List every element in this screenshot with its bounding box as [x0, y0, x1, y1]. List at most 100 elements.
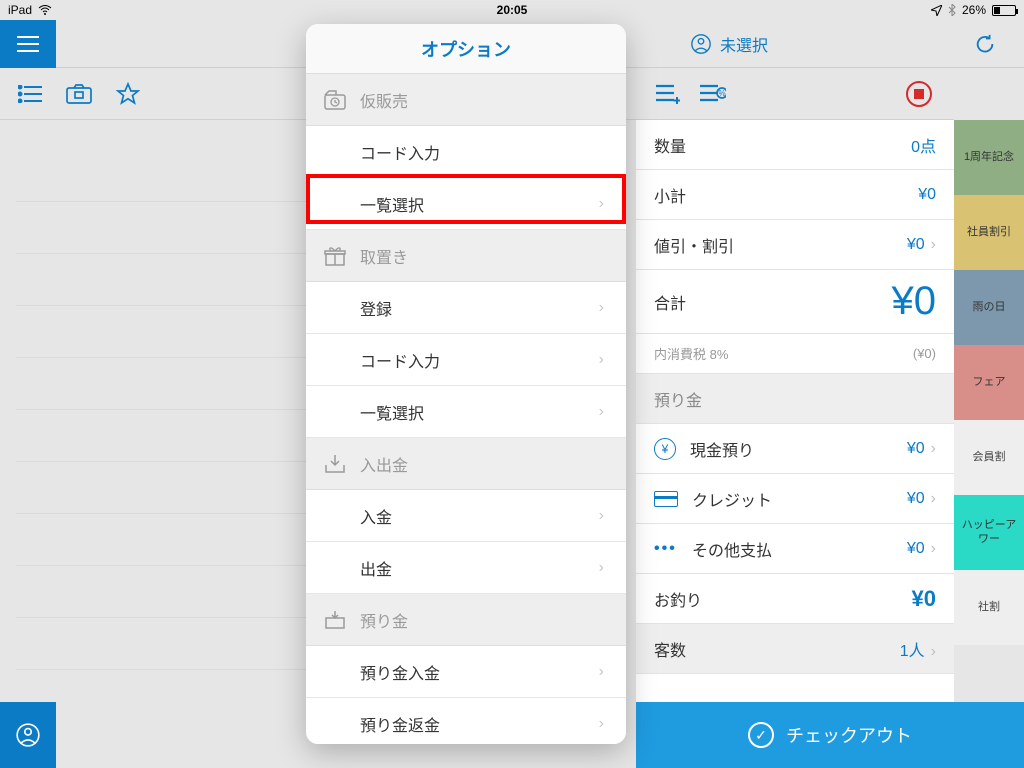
bluetooth-icon: [948, 4, 956, 16]
user-button[interactable]: [0, 702, 56, 768]
tax-value: (¥0): [913, 346, 936, 361]
row-cash[interactable]: ¥ 現金預り ¥0 ›: [636, 424, 954, 474]
status-bar: iPad 20:05 26%: [0, 0, 1024, 20]
section-hold: 取置き: [306, 230, 626, 282]
chevron-right-icon: ›: [599, 351, 604, 369]
provisional-code-input[interactable]: コード入力: [306, 126, 626, 178]
chevron-right-icon: ›: [931, 440, 936, 458]
provisional-list-select[interactable]: 一覧選択›: [306, 178, 626, 230]
row-subtotal: 小計 ¥0: [636, 170, 954, 220]
credit-value: ¥0: [907, 490, 925, 508]
deposit-header: 預り金: [636, 374, 954, 424]
filter-lines-icon[interactable]: %: [700, 84, 726, 104]
row-other[interactable]: ••• その他支払 ¥0 ›: [636, 524, 954, 574]
chevron-right-icon: ›: [931, 236, 936, 253]
check-circle-icon: ✓: [748, 722, 774, 748]
right-toolbar: %: [636, 68, 954, 120]
deposit-refund[interactable]: 預り金返金›: [306, 698, 626, 744]
chevron-right-icon: ›: [931, 490, 936, 508]
battery-icon: [992, 5, 1016, 16]
total-value: ¥0: [892, 279, 937, 324]
cat-2[interactable]: 雨の日: [954, 270, 1024, 345]
deposit-in[interactable]: 預り金入金›: [306, 646, 626, 698]
dots-icon: •••: [654, 540, 678, 558]
section-deposit: 預り金: [306, 594, 626, 646]
camera-icon[interactable]: [66, 84, 92, 104]
record-button[interactable]: [906, 81, 932, 107]
subtotal-label: 小計: [654, 183, 686, 207]
row-tax: 内消費税 8% (¥0): [636, 334, 954, 374]
cash-value: ¥0: [907, 440, 925, 458]
summary-panel: 数量 0点 小計 ¥0 値引・割引 ¥0 › 合計 ¥0 内消費税 8% (¥0)…: [636, 120, 954, 702]
refresh-button[interactable]: [974, 33, 996, 55]
card-icon: [654, 491, 678, 507]
chevron-right-icon: ›: [599, 195, 604, 213]
hamburger-icon: [17, 36, 39, 52]
cash-in[interactable]: 入金›: [306, 490, 626, 542]
member-selector[interactable]: 未選択: [690, 32, 768, 56]
chevron-right-icon: ›: [931, 540, 936, 558]
add-lines-icon[interactable]: [656, 84, 680, 104]
section-cashio: 入出金: [306, 438, 626, 490]
wifi-icon: [38, 5, 52, 15]
checkout-label: チェックアウト: [786, 722, 912, 748]
location-icon: [931, 5, 942, 16]
refresh-icon: [974, 33, 996, 55]
total-label: 合計: [654, 290, 686, 314]
cat-6[interactable]: 社割: [954, 570, 1024, 645]
gift-icon: [324, 246, 346, 266]
cat-4[interactable]: 会員割: [954, 420, 1024, 495]
cat-1[interactable]: 社員割引: [954, 195, 1024, 270]
category-tabs: 1周年記念 社員割引 雨の日 フェア 会員割 ハッピーアワー 社割: [954, 120, 1024, 702]
inbox-arrow-icon: [324, 611, 346, 629]
row-guests[interactable]: 客数 1人 ›: [636, 624, 954, 674]
chevron-right-icon: ›: [599, 507, 604, 525]
cat-3[interactable]: フェア: [954, 345, 1024, 420]
inbox-icon: [324, 455, 346, 473]
row-total: 合計 ¥0: [636, 270, 954, 334]
change-label: お釣り: [654, 587, 702, 611]
discount-label: 値引・割引: [654, 233, 734, 257]
chevron-right-icon: ›: [599, 403, 604, 421]
row-credit[interactable]: クレジット ¥0 ›: [636, 474, 954, 524]
discount-value: ¥0: [907, 236, 925, 253]
hold-list-select[interactable]: 一覧選択›: [306, 386, 626, 438]
section-provisional: 仮販売: [306, 74, 626, 126]
change-value: ¥0: [912, 586, 936, 612]
carrier-label: iPad: [8, 3, 32, 17]
guests-value: 1人: [900, 643, 925, 660]
battery-pct: 26%: [962, 3, 986, 17]
chevron-right-icon: ›: [599, 299, 604, 317]
star-icon[interactable]: [116, 82, 140, 106]
menu-button[interactable]: [0, 20, 56, 68]
checkout-button[interactable]: ✓ チェックアウト: [636, 702, 1024, 768]
chevron-right-icon: ›: [599, 715, 604, 733]
yen-circle-icon: ¥: [654, 438, 676, 460]
member-label: 未選択: [720, 32, 768, 56]
row-discount[interactable]: 値引・割引 ¥0 ›: [636, 220, 954, 270]
clock: 20:05: [497, 3, 528, 17]
cat-5[interactable]: ハッピーアワー: [954, 495, 1024, 570]
row-change: お釣り ¥0: [636, 574, 954, 624]
hold-register[interactable]: 登録›: [306, 282, 626, 334]
qty-value: 0点: [911, 133, 936, 157]
hold-code-input[interactable]: コード入力›: [306, 334, 626, 386]
person-circle-icon: [690, 33, 712, 55]
list-icon[interactable]: [18, 85, 42, 103]
chevron-right-icon: ›: [599, 663, 604, 681]
subtotal-value: ¥0: [918, 186, 936, 204]
popover-title: オプション: [306, 24, 626, 74]
svg-text:%: %: [718, 89, 725, 98]
cat-0[interactable]: 1周年記念: [954, 120, 1024, 195]
chevron-right-icon: ›: [931, 643, 936, 660]
options-popover: オプション 仮販売 コード入力 一覧選択› 取置き 登録› コード入力› 一覧選…: [306, 24, 626, 744]
guests-label: 客数: [654, 637, 686, 661]
other-label: その他支払: [692, 537, 907, 561]
person-circle-icon: [15, 722, 41, 748]
row-qty: 数量 0点: [636, 120, 954, 170]
credit-label: クレジット: [692, 487, 907, 511]
cash-out[interactable]: 出金›: [306, 542, 626, 594]
folder-clock-icon: [324, 90, 346, 110]
cash-label: 現金預り: [690, 437, 907, 461]
tax-label: 内消費税 8%: [654, 344, 728, 363]
